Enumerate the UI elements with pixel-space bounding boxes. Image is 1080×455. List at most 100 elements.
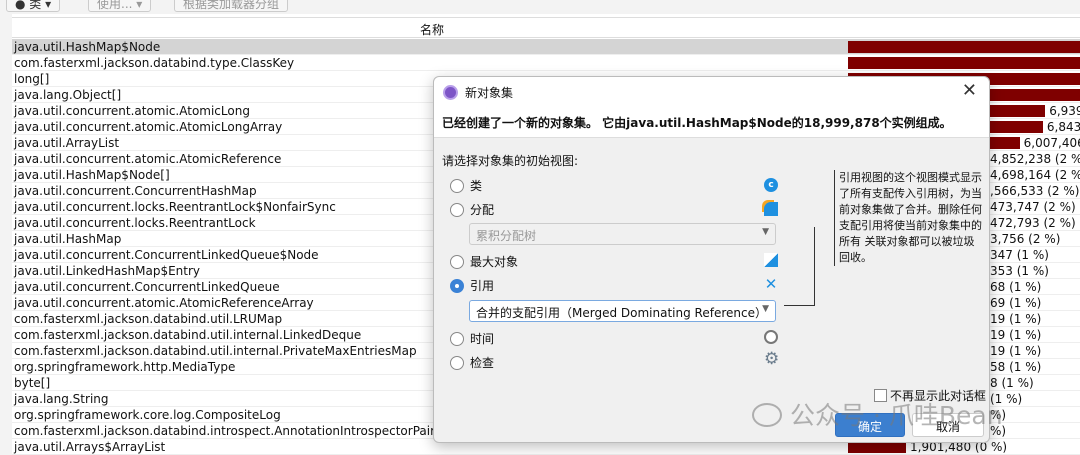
- size-value: (1 %): [990, 392, 1023, 406]
- option-references[interactable]: 引用: [450, 277, 494, 294]
- toolbar: ● 类 ▾ 使用... ▾ 根据类加载器分组: [0, 0, 1080, 14]
- size-value: %): [990, 424, 1007, 438]
- option-label: 检查: [470, 356, 495, 370]
- use-dropdown[interactable]: 使用... ▾: [88, 0, 152, 12]
- size-value: 4,698,164 (2 %): [990, 168, 1080, 182]
- size-value: 347 (1 %): [990, 248, 1049, 262]
- size-value: 69 (1 %): [990, 296, 1042, 310]
- class-icon: c: [764, 178, 778, 192]
- tooltip-connector: [814, 227, 815, 306]
- ok-button[interactable]: 确定: [835, 413, 905, 437]
- dont-show-again-checkbox[interactable]: 不再显示此对话框: [874, 387, 986, 404]
- class-name: java.util.HashMap$Node: [14, 40, 161, 54]
- cancel-button[interactable]: 取消: [912, 413, 984, 437]
- new-object-set-dialog: 新对象集 ✕ 已经创建了一个新的对象集。 它由java.util.HashMap…: [433, 76, 990, 443]
- table-row[interactable]: com.fasterxml.jackson.databind.type.Clas…: [12, 55, 1080, 71]
- class-name: java.util.LinkedHashMap$Entry: [14, 264, 201, 278]
- size-value: 3,756 (2 %): [990, 232, 1061, 246]
- group-by-classloader-button[interactable]: 根据类加载器分组: [174, 0, 289, 12]
- radio[interactable]: [450, 356, 464, 370]
- class-name: java.util.HashMap$Node[]: [14, 168, 170, 182]
- allocation-tree-select: 累积分配树 ▼: [469, 223, 776, 245]
- size-value: 472,793 (2 %): [990, 216, 1076, 230]
- radio[interactable]: [450, 332, 464, 346]
- radio[interactable]: [450, 179, 464, 193]
- biggest-objects-icon: [764, 253, 778, 267]
- class-name: java.util.concurrent.atomic.AtomicLong: [14, 104, 250, 118]
- clock-icon: [764, 330, 778, 344]
- option-label: 时间: [470, 332, 495, 346]
- checkbox[interactable]: [874, 389, 887, 402]
- dialog-title: 新对象集: [465, 86, 514, 100]
- option-label: 引用: [470, 279, 495, 293]
- left-gutter: [0, 14, 12, 455]
- size-value: 19 (1 %): [990, 328, 1042, 342]
- size-value: 19 (1 %): [990, 344, 1042, 358]
- class-name: long[]: [14, 72, 50, 86]
- prompt-label: 请选择对象集的初始视图:: [442, 154, 579, 168]
- chevron-down-icon: ▼: [762, 227, 769, 237]
- class-name: java.util.concurrent.ConcurrentHashMap: [14, 184, 257, 198]
- class-name: java.util.HashMap: [14, 232, 122, 246]
- tooltip-connector: [784, 305, 814, 306]
- class-name: java.util.ArrayList: [14, 136, 120, 150]
- size-value: 6,939: [1049, 104, 1080, 118]
- class-name: com.fasterxml.jackson.databind.introspec…: [14, 424, 436, 438]
- size-value: 473,747 (2 %): [990, 200, 1076, 214]
- select-value: 合并的支配引用（Merged Dominating Reference）: [476, 306, 767, 320]
- option-label: 最大对象: [470, 255, 519, 269]
- option-label: 分配: [470, 203, 495, 217]
- radio[interactable]: [450, 255, 464, 269]
- size-value: 58 (1 %): [990, 360, 1042, 374]
- class-name: com.fasterxml.jackson.databind.util.inte…: [14, 344, 417, 358]
- class-name: com.fasterxml.jackson.databind.util.LRUM…: [14, 312, 283, 326]
- option-label: 类: [470, 179, 483, 193]
- size-value: %): [990, 408, 1007, 422]
- class-name: com.fasterxml.jackson.databind.type.Clas…: [14, 56, 295, 70]
- size-value: 353 (1 %): [990, 264, 1049, 278]
- class-name: com.fasterxml.jackson.databind.util.inte…: [14, 328, 362, 342]
- radio-selected[interactable]: [450, 279, 464, 293]
- class-name: java.util.concurrent.atomic.AtomicLongAr…: [14, 120, 283, 134]
- option-allocation[interactable]: 分配: [450, 201, 494, 218]
- class-name: byte[]: [14, 376, 51, 390]
- size-value: 68 (1 %): [990, 280, 1042, 294]
- class-name: java.lang.Object[]: [14, 88, 122, 102]
- size-value: 19 (1 %): [990, 312, 1042, 326]
- option-biggest-objects[interactable]: 最大对象: [450, 253, 518, 270]
- class-name: java.util.concurrent.atomic.AtomicRefere…: [14, 296, 314, 310]
- option-class[interactable]: 类: [450, 177, 482, 194]
- class-name: java.util.concurrent.ConcurrentLinkedQue…: [14, 280, 280, 294]
- references-icon: ✕: [764, 275, 778, 293]
- size-value: ,566,533 (2 %): [990, 184, 1080, 198]
- size-value: 8 (1 %): [990, 376, 1034, 390]
- column-header-label: 名称: [420, 23, 445, 37]
- class-name: org.springframework.http.MediaType: [14, 360, 236, 374]
- close-icon[interactable]: ✕: [962, 80, 977, 101]
- class-name: java.lang.String: [14, 392, 109, 406]
- app-icon: [443, 85, 458, 100]
- option-time[interactable]: 时间: [450, 330, 494, 347]
- table-row[interactable]: java.util.HashMap$Node: [12, 39, 1080, 55]
- reference-type-select[interactable]: 合并的支配引用（Merged Dominating Reference） ▼: [469, 300, 776, 322]
- size-bar: [848, 41, 1080, 53]
- view-class-dropdown[interactable]: ● 类 ▾: [6, 0, 61, 12]
- select-value: 累积分配树: [476, 229, 537, 243]
- allocation-icon: [764, 202, 778, 216]
- view-description: 引用视图的这个视图模式显示了所有支配传入引用树，为当前对象集做了合并。删除任何支…: [834, 170, 982, 266]
- class-name: org.springframework.core.log.CompositeLo…: [14, 408, 281, 422]
- size-value: 6,007,406: [1023, 136, 1080, 150]
- radio[interactable]: [450, 203, 464, 217]
- class-name: java.util.concurrent.locks.ReentrantLock: [14, 216, 256, 230]
- size-value: 6,843,: [1046, 120, 1080, 134]
- chevron-down-icon: ▼: [762, 304, 769, 314]
- class-name: java.util.Arrays$ArrayList: [14, 440, 166, 454]
- class-name: java.util.concurrent.atomic.AtomicRefere…: [14, 152, 282, 166]
- option-inspections[interactable]: 检查: [450, 354, 494, 371]
- dialog-titlebar: 新对象集 ✕: [434, 77, 989, 108]
- dialog-message: 已经创建了一个新的对象集。 它由java.util.HashMap$Node的1…: [434, 108, 989, 138]
- class-name: java.util.concurrent.locks.ReentrantLock…: [14, 200, 336, 214]
- size-value: 4,852,238 (2 %): [990, 152, 1080, 166]
- column-header-name[interactable]: 名称: [12, 17, 1080, 38]
- size-bar: [848, 57, 1080, 69]
